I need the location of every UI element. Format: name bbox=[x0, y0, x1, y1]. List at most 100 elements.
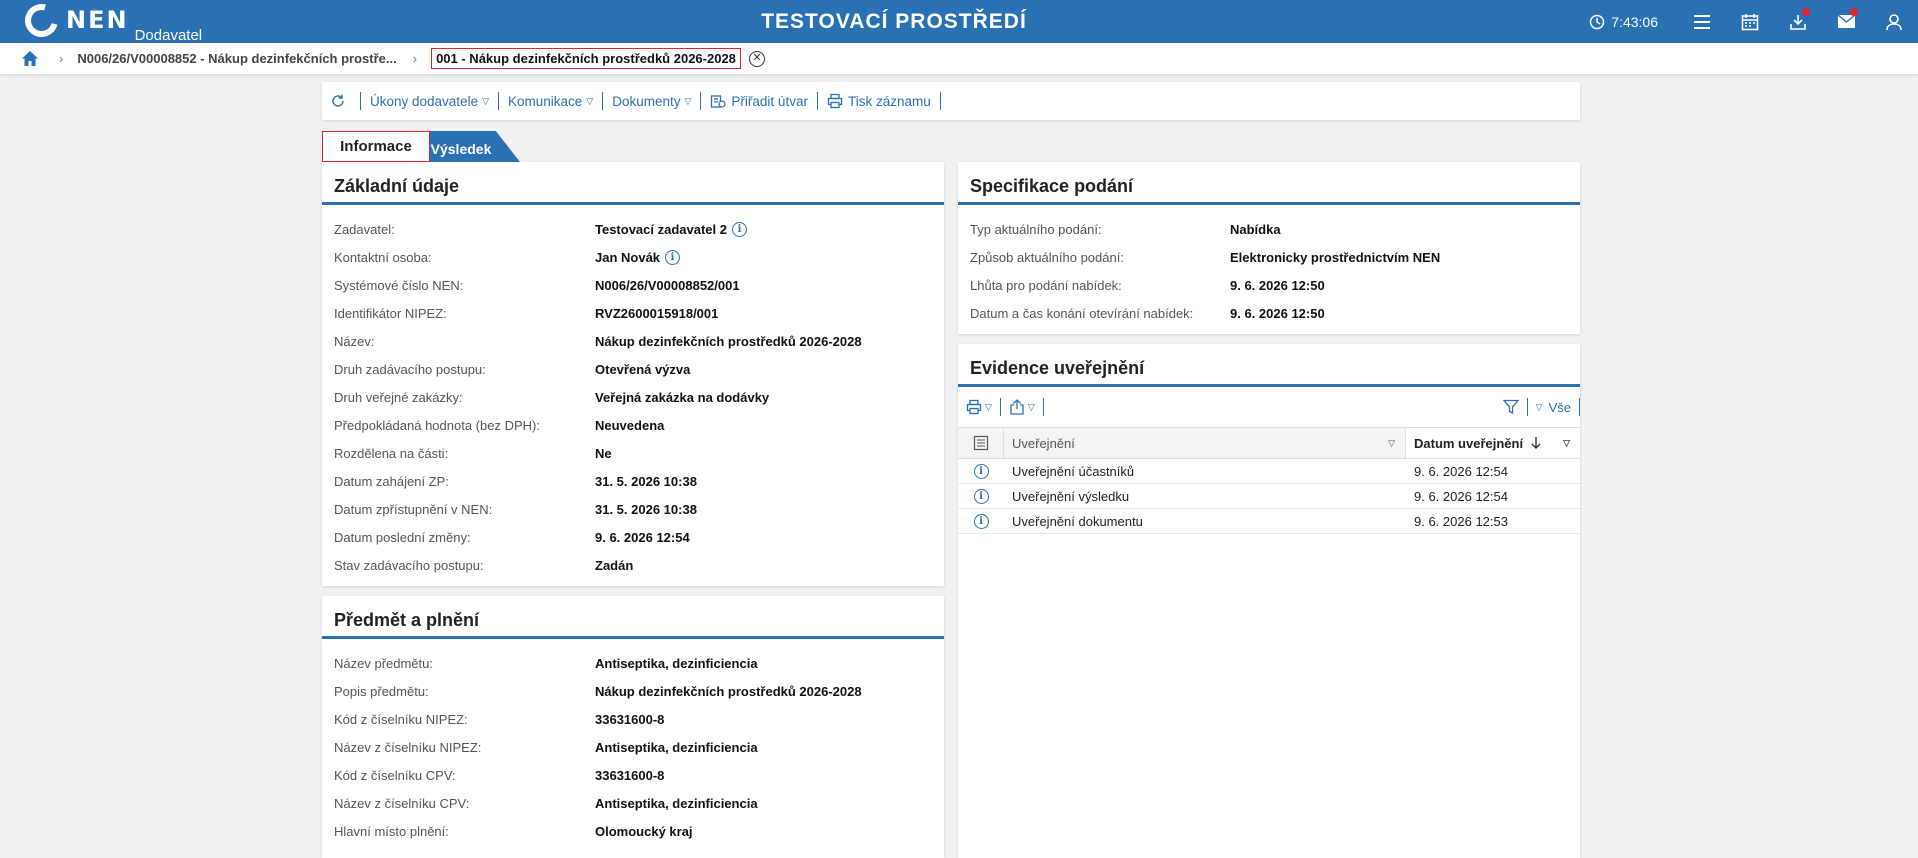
column-header-sort: Datum uveřejnění bbox=[1414, 436, 1543, 451]
dokumenty-menu[interactable]: Dokumenty ▽ bbox=[602, 92, 700, 110]
divider bbox=[1579, 398, 1580, 416]
field-value: Ne bbox=[595, 445, 612, 461]
field-value: Jan Novák i bbox=[595, 249, 681, 265]
table-row[interactable]: i Uveřejnění dokumentu 9. 6. 2026 12:53 bbox=[958, 509, 1580, 534]
filter-caret-icon[interactable]: ▽ bbox=[1536, 402, 1543, 413]
home-button[interactable] bbox=[21, 50, 39, 67]
field-label: Předpokládaná hodnota (bez DPH): bbox=[334, 417, 540, 433]
field-value: Nákup dezinfekčních prostředků 2026-2028 bbox=[595, 683, 862, 699]
row-date: 9. 6. 2026 12:53 bbox=[1414, 513, 1508, 529]
menu-button[interactable] bbox=[1678, 0, 1726, 43]
field-label: Název z číselníku NIPEZ: bbox=[334, 739, 482, 755]
komunikace-label: Komunikace bbox=[508, 93, 583, 109]
download-button[interactable] bbox=[1774, 0, 1822, 43]
row-kod-nipez: Kód z číselníku NIPEZ: 33631600-8 bbox=[322, 705, 944, 733]
row-datum-zahajeni: Datum zahájení ZP: 31. 5. 2026 10:38 bbox=[322, 467, 944, 495]
home-icon bbox=[22, 51, 38, 66]
user-button[interactable] bbox=[1870, 0, 1918, 43]
panel-title: Evidence uveřejnění bbox=[958, 344, 1580, 387]
field-label: Systémové číslo NEN: bbox=[334, 277, 464, 293]
breadcrumb-item-zakazka[interactable]: N006/26/V00008852 - Nákup dezinfekčních … bbox=[77, 51, 396, 66]
row-datum-zpristupneni: Datum zpřístupnění v NEN: 31. 5. 2026 10:… bbox=[322, 495, 944, 523]
close-icon[interactable]: ✕ bbox=[748, 50, 765, 67]
field-value: 31. 5. 2026 10:38 bbox=[595, 473, 697, 489]
field-value: Antiseptika, dezinficiencia bbox=[595, 739, 758, 755]
row-zpusob-podani: Způsob aktuálního podání: Elektronicky pr… bbox=[958, 243, 1580, 271]
field-value: 9. 6. 2026 12:50 bbox=[1230, 277, 1325, 293]
field-value: Antiseptika, dezinficiencia bbox=[595, 795, 758, 811]
column-header-datum[interactable]: Datum uveřejnění ▽ bbox=[1406, 428, 1580, 458]
field-label: Typ aktuálního podání: bbox=[970, 221, 1102, 237]
dokumenty-label: Dokumenty bbox=[612, 93, 681, 109]
field-value: N006/26/V00008852/001 bbox=[595, 277, 740, 293]
column-header-label: Uveřejnění bbox=[1012, 435, 1075, 451]
tab-informace[interactable]: Informace bbox=[322, 131, 430, 162]
ukony-dodavatele-menu[interactable]: Úkony dodavatele ▽ bbox=[360, 92, 498, 110]
info-icon[interactable]: i bbox=[732, 221, 747, 237]
ukony-dodavatele-label: Úkony dodavatele bbox=[370, 93, 479, 109]
grid-print-button[interactable]: ▽ bbox=[966, 398, 1001, 416]
caret-down-icon: ▽ bbox=[1027, 401, 1035, 412]
panel-evidence-uverejneni: Evidence uveřejnění ▽ ▽ ▽ Vše Uveřejnění… bbox=[958, 344, 1580, 858]
refresh-button[interactable] bbox=[330, 92, 360, 110]
row-systemove-cislo: Systémové číslo NEN: N006/26/V00008852/00… bbox=[322, 271, 944, 299]
printer-icon bbox=[966, 399, 982, 415]
row-identifikator: Identifikátor NIPEZ: RVZ2600015918/001 bbox=[322, 299, 944, 327]
field-value: Testovací zadavatel 2 i bbox=[595, 221, 747, 237]
tab-informace-label: Informace bbox=[340, 138, 412, 155]
row-predpokladana-hodnota: Předpokládaná hodnota (bez DPH): Neuveden… bbox=[322, 411, 944, 439]
messages-notification-dot bbox=[1850, 8, 1858, 16]
field-label: Datum zahájení ZP: bbox=[334, 473, 449, 489]
filter-icon[interactable] bbox=[1502, 399, 1519, 415]
row-popis-predmetu: Popis předmětu: Nákup dezinfekčních prost… bbox=[322, 677, 944, 705]
calendar-icon bbox=[1741, 13, 1759, 30]
field-label: Identifikátor NIPEZ: bbox=[334, 305, 447, 321]
row-name: Uveřejnění dokumentu bbox=[1012, 513, 1143, 529]
field-label: Datum zpřístupnění v NEN: bbox=[334, 501, 493, 517]
column-settings-button[interactable] bbox=[958, 428, 1004, 458]
column-header-uverejneni[interactable]: Uveřejnění ▽ bbox=[1004, 428, 1406, 458]
org-unit-icon bbox=[711, 95, 727, 108]
info-icon[interactable]: i bbox=[973, 513, 989, 529]
field-value: Elektronicky prostřednictvím NEN bbox=[1230, 249, 1441, 265]
field-value: Antiseptika, dezinficiencia bbox=[595, 655, 758, 671]
column-header-label: Datum uveřejnění bbox=[1414, 435, 1524, 451]
caret-down-icon[interactable]: ▽ bbox=[1388, 438, 1395, 449]
field-value: Zadán bbox=[595, 557, 634, 573]
messages-button[interactable] bbox=[1822, 0, 1870, 43]
row-name: Uveřejnění účastníků bbox=[1012, 463, 1135, 479]
tab-vysledek-label: Výsledek bbox=[430, 140, 492, 157]
info-icon[interactable]: i bbox=[973, 463, 989, 479]
priradit-utvar-label: Přiřadit útvar bbox=[731, 93, 808, 109]
tisk-zaznamu-button[interactable]: Tisk záznamu bbox=[816, 92, 940, 110]
divider bbox=[1526, 398, 1528, 416]
field-label: Název: bbox=[334, 333, 375, 349]
field-value: Neuvedena bbox=[595, 417, 665, 433]
row-nazev-nipez: Název z číselníku NIPEZ: Antiseptika, dez… bbox=[322, 733, 944, 761]
row-typ-podani: Typ aktuálního podání: Nabídka bbox=[958, 215, 1580, 243]
grid-filter-tools: ▽ Vše bbox=[1502, 387, 1580, 427]
table-row[interactable]: i Uveřejnění výsledku 9. 6. 2026 12:54 bbox=[958, 484, 1580, 509]
info-icon[interactable]: i bbox=[665, 249, 681, 265]
row-nazev-cpv: Název z číselníku CPV: Antiseptika, dezin… bbox=[322, 789, 944, 817]
grid-export-button[interactable]: ▽ bbox=[1009, 398, 1044, 416]
priradit-utvar-button[interactable]: Přiřadit útvar bbox=[700, 92, 817, 110]
field-label: Druh veřejné zakázky: bbox=[334, 389, 463, 405]
calendar-button[interactable] bbox=[1726, 0, 1774, 43]
field-value: Olomoucký kraj bbox=[595, 823, 693, 839]
field-label: Zadavatel: bbox=[334, 221, 395, 237]
field-value: 33631600-8 bbox=[595, 767, 665, 783]
table-row[interactable]: i Uveřejnění účastníků 9. 6. 2026 12:54 bbox=[958, 459, 1580, 484]
filter-all-button[interactable]: Vše bbox=[1549, 400, 1571, 415]
caret-down-icon[interactable]: ▽ bbox=[1563, 438, 1570, 449]
row-name: Uveřejnění výsledku bbox=[1012, 488, 1130, 504]
row-zadavatel: Zadavatel: Testovací zadavatel 2 i bbox=[322, 215, 944, 243]
info-icon[interactable]: i bbox=[973, 488, 989, 504]
field-label: Stav zadávacího postupu: bbox=[334, 557, 484, 573]
field-value: 31. 5. 2026 10:38 bbox=[595, 501, 697, 517]
caret-down-icon: ▽ bbox=[985, 401, 992, 412]
field-value: 33631600-8 bbox=[595, 711, 665, 727]
row-nazev: Název: Nákup dezinfekčních prostředků 202… bbox=[322, 327, 944, 355]
row-info-cell: i bbox=[958, 488, 1004, 504]
komunikace-menu[interactable]: Komunikace ▽ bbox=[498, 92, 602, 110]
